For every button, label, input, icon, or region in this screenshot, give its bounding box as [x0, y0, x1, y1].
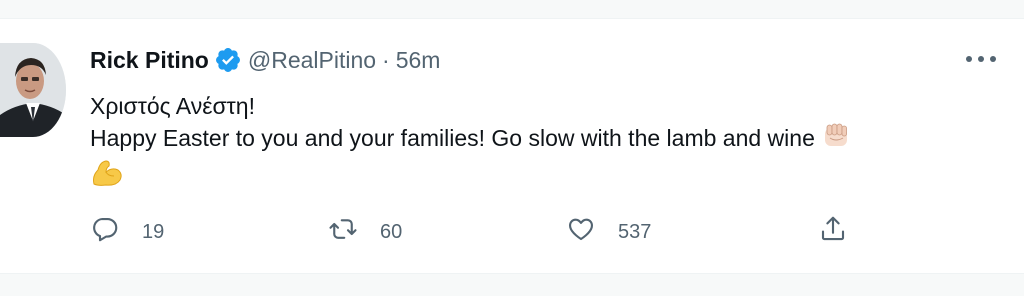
- fist-emoji-icon: [821, 122, 851, 158]
- tweet-text-line-2-text: Happy Easter to you and your families! G…: [90, 125, 815, 152]
- retweet-action[interactable]: 60: [328, 215, 402, 249]
- like-action[interactable]: 537: [566, 215, 651, 249]
- tweet-actions: 19 60 537: [90, 215, 870, 249]
- more-options-icon[interactable]: [966, 53, 996, 65]
- flexed-biceps-emoji-icon: [90, 158, 124, 196]
- reply-action[interactable]: 19: [90, 215, 164, 249]
- tweet-timestamp[interactable]: 56m: [396, 45, 441, 75]
- tweet-text-line-3: [90, 158, 990, 196]
- author-handle[interactable]: @RealPitino: [248, 45, 376, 75]
- retweet-icon[interactable]: [328, 214, 358, 250]
- separator-dot: ·: [382, 47, 390, 73]
- heart-icon[interactable]: [566, 214, 596, 250]
- author-name[interactable]: Rick Pitino: [90, 45, 209, 75]
- tweet-text: Χριστός Ανέστη! Happy Easter to you and …: [90, 91, 990, 196]
- share-action[interactable]: [818, 215, 848, 249]
- tweet-text-line-2: Happy Easter to you and your families! G…: [90, 122, 990, 158]
- avatar[interactable]: [0, 43, 66, 137]
- like-count: 537: [618, 220, 652, 243]
- avatar-photo: [0, 43, 66, 137]
- reply-count: 19: [142, 220, 165, 243]
- tweet-text-line-1: Χριστός Ανέστη!: [90, 93, 255, 119]
- verified-badge-icon: [214, 46, 242, 74]
- tweet-card[interactable]: Rick Pitino @RealPitino · 56m Χριστός Αν…: [0, 18, 1024, 274]
- tweet-header: Rick Pitino @RealPitino · 56m: [90, 45, 440, 75]
- retweet-count: 60: [380, 220, 403, 243]
- reply-icon[interactable]: [90, 214, 120, 250]
- share-icon[interactable]: [818, 214, 848, 250]
